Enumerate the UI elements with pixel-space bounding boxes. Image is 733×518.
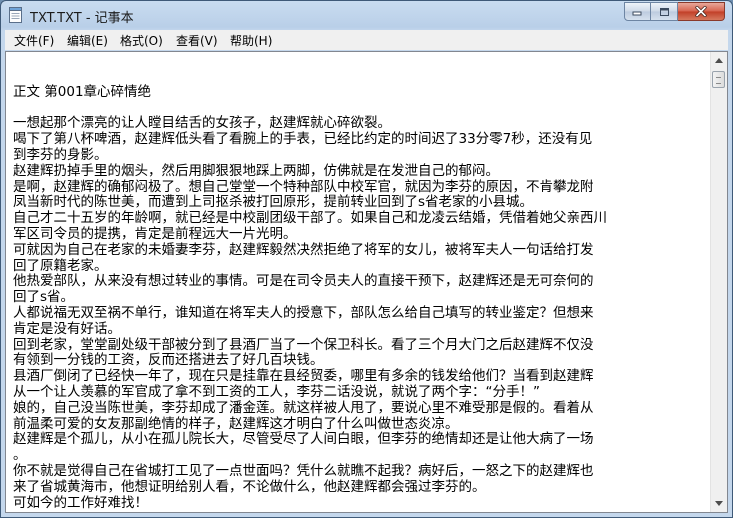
notepad-window: TXT.TXT - 记事本 文件(F) 编辑(E) 格式(O) 查看(V) 帮助… [0,0,733,518]
text-line: 有领到一分钱的工资，反而还搭进去了好几百块钱。 [13,352,324,369]
text-line: 回了s省。 [13,289,75,306]
arrow-up-icon [715,58,723,63]
menu-bar: 文件(F) 编辑(E) 格式(O) 查看(V) 帮助(H) [5,30,728,50]
text-line: 前温柔可爱的女友那副绝情的样子，赵建辉这才明白了什么叫做世态炎凉。 [13,415,459,432]
close-button[interactable] [678,2,725,21]
menu-file[interactable]: 文件(F) [14,32,54,49]
text-line: 军区司令员的提携，肯定是前程远大一片光明。 [13,225,297,242]
text-line: 一想起那个漂亮的让人瞠目结舌的女孩子，赵建辉就心碎欲裂。 [13,115,391,132]
scroll-down-button[interactable] [711,495,727,512]
text-line: 是啊，赵建辉的确郁闷极了。想自己堂堂一个特种部队中校军官，就因为李芬的原因，不肯… [13,178,594,195]
text-line: 到李芬的身影。 [13,146,108,163]
vertical-scrollbar[interactable] [710,52,727,512]
text-line: 他热爱部队，从来没有想过转业的事情。可是在司令员夫人的直接干预下，赵建辉还是无可… [13,273,594,290]
scroll-up-button[interactable] [711,52,727,69]
text-line [13,69,710,85]
text-line: 可就因为自己在老家的未婚妻李芬，赵建辉毅然决然拒绝了将军的女儿，被将军夫人一句话… [13,241,594,258]
text-line: 来了省城黄海市，他想证明给别人看，不论做什么，他赵建辉都会强过李芬的。 [13,478,486,495]
text-line: 赵建辉扔掉手里的烟头，然后用脚狠狠地踩上两脚，仿佛就是在发泄自己的郁闷。 [13,162,499,179]
text-line: 肯定是没有好话。 [13,320,121,337]
window-title: TXT.TXT - 记事本 [30,11,134,26]
text-line: 县酒厂倒闭了已经快一年了，现在只是挂靠在县经贸委，哪里有多余的钱发给他们？当看到… [13,368,594,385]
text-line: 赵建辉是个孤儿，从小在孤儿院长大，尽管受尽了人间白眼，但李芬的绝情却还是让他大病… [13,431,594,448]
notepad-icon [9,6,23,23]
text-line: 人都说福无双至祸不单行，谁知道在将军夫人的授意下，部队怎么给自己填写的转业鉴定？… [13,304,594,321]
text-line: 回到老家，堂堂副处级干部被分到了县酒厂当了一个保卫科长。看了三个月大门之后赵建辉… [13,336,594,353]
text-line: 正文 第001章心碎情绝 [13,83,152,100]
minimize-icon [632,11,642,15]
text-line: 凤当新时代的陈世美，而遭到上司抠杀被打回原形，提前转业回到了s省老家的小县城。 [13,194,534,211]
close-icon [695,6,707,17]
minimize-button[interactable] [624,2,651,21]
arrow-down-icon [715,501,723,506]
text-line: 可如今的工作好难找！ [13,494,148,511]
menu-help[interactable]: 帮助(H) [230,32,272,49]
text-editor[interactable]: 正文 第001章心碎情绝一想起那个漂亮的让人瞠目结舌的女孩子，赵建辉就心碎欲裂。… [6,52,710,512]
text-line: 。 [13,447,27,464]
maximize-icon [659,7,669,16]
scrollbar-thumb[interactable] [712,71,725,88]
text-line: 回了原籍老家。 [13,257,108,274]
editor-frame: 正文 第001章心碎情绝一想起那个漂亮的让人瞠目结舌的女孩子，赵建辉就心碎欲裂。… [5,51,728,513]
text-line: 自己才二十五岁的年龄啊，就已经是中校副团级干部了。如果自己和龙凌云结婚，凭借着她… [13,210,607,227]
text-line: 你不就是觉得自己在省城打工见了一点世面吗？凭什么就瞧不起我？病好后，一怒之下的赵… [13,462,594,479]
text-line: 从一个让人羡慕的军官成了拿不到工资的工人，李芬二话没说，就说了两个字：“分手！” [13,383,540,400]
title-bar[interactable]: TXT.TXT - 记事本 [1,1,732,29]
text-line: 喝下了第八杯啤酒，赵建辉低头看了看腕上的手表，已经比约定的时间迟了33分零7秒，… [13,131,593,148]
menu-edit[interactable]: 编辑(E) [67,32,108,49]
menu-view[interactable]: 查看(V) [176,32,218,49]
menu-format[interactable]: 格式(O) [120,32,163,49]
maximize-button[interactable] [651,2,678,21]
text-line: 娘的，自己没当陈世美，李芬却成了潘金莲。就这样被人甩了，要说心里不难受那是假的。… [13,399,594,416]
